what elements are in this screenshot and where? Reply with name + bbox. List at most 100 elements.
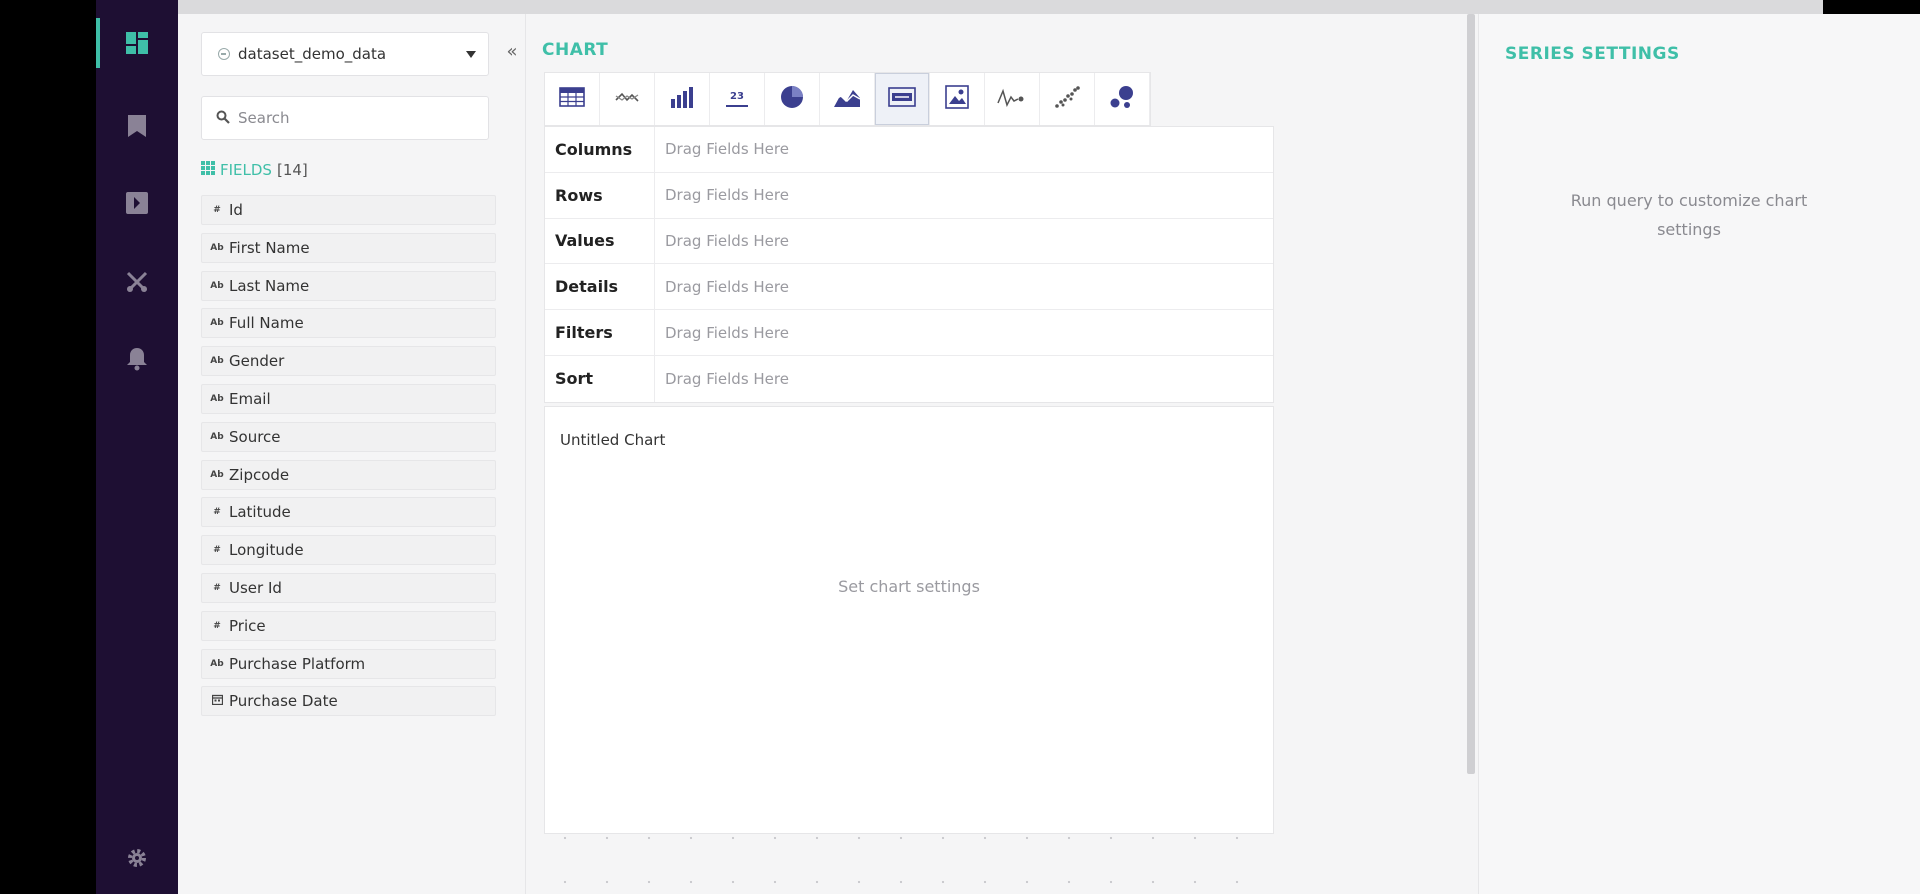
main-area: dataset_demo_data « FIELDS [14] # Id Ab Fir… [178,0,1920,894]
field-name: First Name [229,238,310,257]
field-item[interactable]: Ab Full Name [201,308,496,339]
chart-type-button[interactable] [655,73,710,125]
field-name: Latitude [229,503,291,522]
fields-label: FIELDS [220,161,272,179]
nav-bookmarks[interactable] [96,101,178,151]
field-name: Id [229,201,243,219]
shelf-drop-zone[interactable]: Drag Fields Here [655,310,1273,355]
shelf-label: Rows [545,172,655,218]
top-bar [178,0,1823,14]
chart-type-toolbar: 23 [544,72,1151,126]
text-type-icon: Ab [210,469,224,480]
field-item[interactable]: Ab Gender [201,346,496,377]
field-item[interactable]: Purchase Date [201,686,496,717]
field-name: Last Name [229,276,310,295]
nav-notifications[interactable] [96,334,178,384]
field-item[interactable]: Ab Source [201,421,496,452]
dataset-status-icon [218,48,230,60]
chart-type-button[interactable] [875,73,930,125]
field-item[interactable]: Ab Email [201,383,496,414]
fields-header: FIELDS [14] [201,161,308,179]
nav-tools[interactable] [96,257,178,307]
field-item[interactable]: Ab Zipcode [201,459,496,490]
shelf-label: Values [545,218,655,264]
text-type-icon: Ab [210,318,224,329]
nav-dashboards[interactable] [96,18,178,68]
search-box [201,96,489,140]
field-item[interactable]: Ab First Name [201,232,496,263]
shelf-drop-zone[interactable]: Drag Fields Here [655,264,1273,309]
field-item[interactable]: Ab Last Name [201,270,496,301]
vertical-scrollbar[interactable] [1467,14,1475,774]
dashboard-icon [125,31,149,55]
table-chart-icon [559,87,585,111]
line-chart-icon [614,88,640,110]
text-type-icon: Ab [210,431,224,442]
shelf-label: Columns [545,127,655,172]
chart-shelves: Columns Drag Fields Here Rows Drag Fields H… [544,126,1274,403]
shelf-details: Details Drag Fields Here [545,264,1273,311]
numeric-type-icon: # [213,545,221,556]
search-icon [216,109,230,128]
shelf-label: Details [545,264,655,310]
shelf-filters: Filters Drag Fields Here [545,310,1273,356]
gear-icon [125,846,149,870]
bar-chart-icon [669,85,695,113]
pie-chart-icon [779,84,805,114]
chart-type-button[interactable] [545,73,600,125]
field-item[interactable]: # Longitude [201,535,496,566]
field-name: Purchase Platform [229,654,366,673]
chart-type-button[interactable] [985,73,1040,125]
chart-type-button[interactable] [820,73,875,125]
shelf-label: Sort [545,355,655,402]
chart-type-button[interactable]: 23 [710,73,765,125]
collapse-panel-button[interactable]: « [502,36,522,66]
map-chart-icon [888,87,916,111]
field-item[interactable]: # Price [201,610,496,641]
fields-count: [14] [276,161,308,179]
numeric-type-icon: # [213,582,221,593]
chart-title[interactable]: Untitled Chart [560,431,665,449]
nav-settings[interactable] [96,833,178,883]
text-type-icon: Ab [210,242,224,253]
shelf-rows: Rows Drag Fields Here [545,172,1273,219]
numeric-type-icon: # [213,620,221,631]
numeric-type-icon: # [213,507,221,518]
sparkline-chart-icon [997,87,1027,111]
shelf-drop-zone[interactable]: Drag Fields Here [655,219,1273,264]
chart-type-button[interactable] [600,73,655,125]
scatter-chart-icon [1054,85,1080,113]
grid-icon [201,161,215,179]
dataset-select[interactable]: dataset_demo_data [201,32,489,76]
fields-panel: dataset_demo_data « FIELDS [14] # Id Ab Fir… [178,14,525,894]
shelf-values: Values Drag Fields Here [545,218,1273,265]
chart-type-button[interactable] [1040,73,1095,125]
nav-explore[interactable] [96,178,178,228]
chart-placeholder: Set chart settings [838,577,980,596]
shelf-drop-zone[interactable]: Drag Fields Here [655,356,1273,402]
shelf-drop-zone[interactable]: Drag Fields Here [655,127,1273,172]
fields-list: # Id Ab First Name Ab Last Name Ab Full Name Ab G… [201,195,496,724]
number-chart-label: 23 [730,91,744,103]
search-input[interactable] [238,109,478,127]
chart-type-button[interactable] [930,73,985,125]
chart-builder: CHART 23 Columns Drag Fields Here Rows Drag… [525,14,1475,894]
field-item[interactable]: Ab Purchase Platform [201,648,496,679]
field-item[interactable]: # User Id [201,572,496,603]
chart-type-button[interactable] [765,73,820,125]
resize-dots [544,836,1274,840]
field-name: User Id [229,578,282,597]
double-chevron-left-icon: « [506,40,518,62]
number-chart-underline [726,105,748,107]
chart-type-button[interactable] [1095,73,1150,125]
field-item[interactable]: # Latitude [201,497,496,528]
field-item[interactable]: # Id [201,195,496,225]
shelf-drop-zone[interactable]: Drag Fields Here [655,173,1273,218]
shelf-label: Filters [545,310,655,355]
field-name: Purchase Date [229,692,338,711]
field-name: Price [229,616,266,635]
shelf-sort: Sort Drag Fields Here [545,355,1273,402]
field-name: Zipcode [229,465,290,484]
explore-icon [125,191,149,215]
dataset-name: dataset_demo_data [238,45,387,63]
